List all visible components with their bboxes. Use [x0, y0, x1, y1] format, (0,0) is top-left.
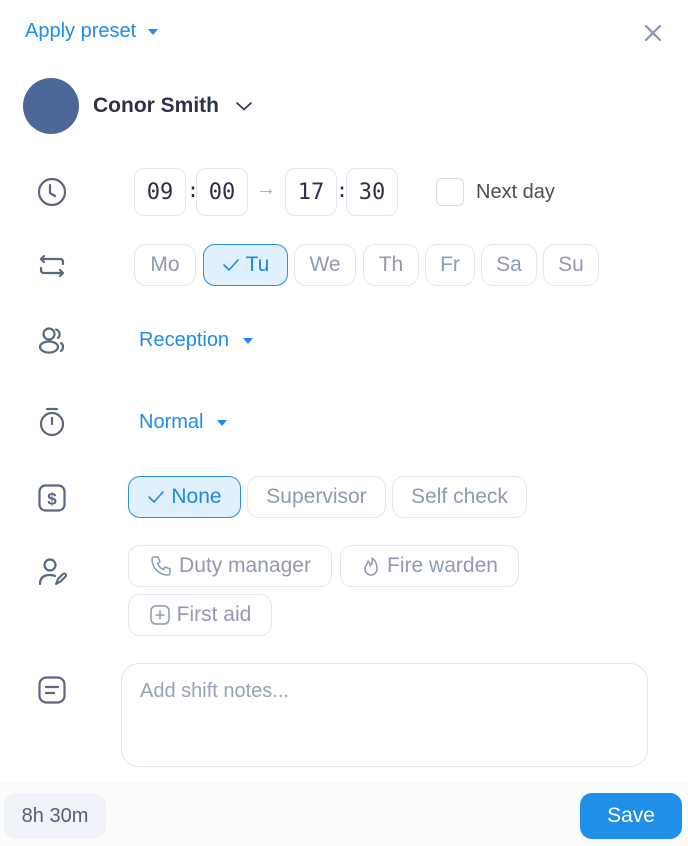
pay-option-label: None	[171, 485, 222, 508]
day-chip-fr[interactable]: Fr	[425, 244, 475, 286]
note-icon	[36, 674, 68, 706]
day-label: Th	[378, 253, 404, 276]
users-icon	[36, 324, 68, 356]
end-hour-input[interactable]: 17	[285, 168, 337, 216]
close-button[interactable]	[642, 22, 664, 44]
svg-text:$: $	[47, 490, 57, 509]
caret-down-icon	[148, 28, 159, 35]
break-dropdown[interactable]: Normal	[139, 411, 228, 434]
position-value: Reception	[139, 329, 230, 351]
shift-duration-badge: 8h 30m	[4, 793, 106, 839]
chevron-down-icon	[236, 102, 252, 111]
plus-square-icon	[149, 605, 170, 625]
pay-option-label: Self check	[411, 485, 508, 508]
role-label: First aid	[176, 603, 252, 626]
day-label: Mo	[150, 253, 180, 276]
day-chip-tu[interactable]: Tu	[203, 244, 288, 286]
arrow-right-icon: →	[256, 178, 276, 200]
break-value: Normal	[139, 411, 204, 433]
check-icon	[222, 259, 239, 271]
shift-notes-input[interactable]	[121, 663, 648, 767]
repeat-icon	[36, 250, 68, 282]
employee-name: Conor Smith	[93, 94, 219, 117]
user-edit-icon	[36, 556, 68, 588]
position-dropdown[interactable]: Reception	[139, 329, 254, 352]
role-label: Fire warden	[387, 554, 498, 577]
start-minute-input[interactable]: 00	[196, 168, 248, 216]
day-chip-sa[interactable]: Sa	[481, 244, 537, 286]
close-icon	[644, 24, 662, 42]
day-label: We	[309, 253, 341, 276]
day-label: Tu	[245, 253, 270, 276]
employee-selector[interactable]: Conor Smith	[23, 78, 253, 134]
role-chip-first-aid[interactable]: First aid	[128, 594, 272, 636]
next-day-label: Next day	[476, 180, 555, 203]
day-label: Sa	[496, 253, 522, 276]
dollar-icon: $	[36, 482, 68, 514]
apply-preset-dropdown[interactable]: Apply preset	[25, 20, 159, 43]
flame-icon	[364, 557, 378, 576]
start-hour-input[interactable]: 09	[134, 168, 186, 216]
role-chip-fire-warden[interactable]: Fire warden	[340, 545, 519, 587]
avatar	[23, 78, 79, 134]
pay-option-none[interactable]: None	[128, 476, 241, 518]
apply-preset-label: Apply preset	[25, 20, 137, 42]
next-day-toggle[interactable]: Next day	[436, 178, 555, 206]
day-label: Su	[558, 253, 584, 276]
caret-down-icon	[217, 419, 228, 426]
clock-icon	[36, 176, 68, 208]
pay-option-supervisor[interactable]: Supervisor	[247, 476, 386, 518]
check-icon	[148, 491, 165, 503]
phone-icon	[151, 556, 171, 576]
day-label: Fr	[440, 253, 460, 276]
save-button[interactable]: Save	[580, 793, 682, 839]
role-label: Duty manager	[179, 554, 311, 577]
pay-option-label: Supervisor	[266, 485, 367, 508]
day-chip-we[interactable]: We	[294, 244, 356, 286]
day-chip-mo[interactable]: Mo	[134, 244, 196, 286]
day-chip-th[interactable]: Th	[363, 244, 419, 286]
end-minute-input[interactable]: 30	[346, 168, 398, 216]
caret-down-icon	[243, 337, 254, 344]
pay-option-self-check[interactable]: Self check	[392, 476, 527, 518]
day-chip-su[interactable]: Su	[543, 244, 599, 286]
role-chip-duty-manager[interactable]: Duty manager	[128, 545, 332, 587]
next-day-checkbox[interactable]	[436, 178, 464, 206]
stopwatch-icon	[36, 406, 68, 438]
